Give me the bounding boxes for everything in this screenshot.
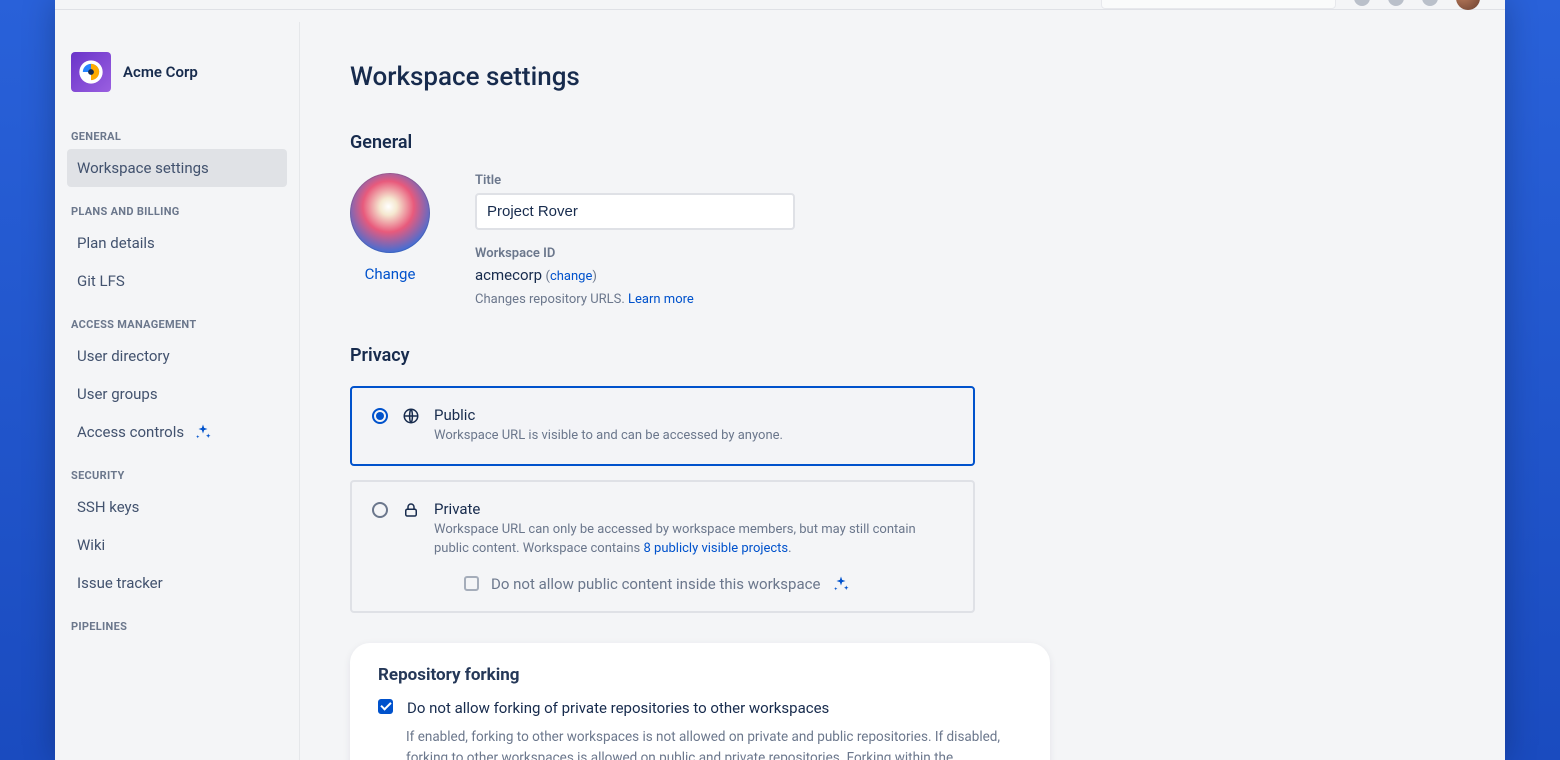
checkbox-disallow-forking[interactable] — [378, 699, 393, 714]
workspace-id-value: acmecorp — [475, 266, 542, 284]
change-avatar-link[interactable]: Change — [365, 265, 416, 283]
private-option-title: Private — [434, 500, 953, 518]
sidebar-item-workspace-settings[interactable]: Workspace settings — [67, 149, 287, 187]
sidebar-item-issue-tracker[interactable]: Issue tracker — [67, 564, 287, 602]
sidebar-item-label: Workspace settings — [77, 159, 209, 177]
globe-icon — [402, 407, 420, 429]
section-heading-general: General — [350, 132, 1455, 153]
top-nav — [55, 0, 1505, 10]
forking-description: If enabled, forking to other workspaces … — [378, 727, 1018, 760]
sidebar-section-access: ACCESS MANAGEMENT — [67, 300, 287, 337]
checkbox-no-public-content[interactable] — [464, 576, 479, 591]
sidebar-item-label: Access controls — [77, 423, 184, 441]
privacy-option-private[interactable]: Private Workspace URL can only be access… — [350, 480, 975, 613]
paren-close: ) — [592, 269, 597, 284]
sidebar-item-user-directory[interactable]: User directory — [67, 337, 287, 375]
sidebar-section-pipelines: PIPELINES — [67, 602, 287, 639]
workspace-name: Acme Corp — [123, 63, 198, 81]
workspace-avatar — [71, 52, 111, 92]
sidebar: Acme Corp GENERAL Workspace settings PLA… — [55, 22, 300, 760]
section-heading-privacy: Privacy — [350, 345, 1455, 366]
helper-text: Changes repository URLS. — [475, 292, 625, 307]
general-section: Change Title Workspace ID acmecorp (chan… — [350, 173, 1455, 307]
sparkle-icon — [194, 423, 212, 441]
settings-gear-icon[interactable] — [1422, 0, 1438, 6]
repository-forking-panel: Repository forking Do not allow forking … — [350, 643, 1050, 760]
sidebar-item-git-lfs[interactable]: Git LFS — [67, 262, 287, 300]
sidebar-section-plans: PLANS AND BILLING — [67, 187, 287, 224]
page-title: Workspace settings — [350, 62, 1455, 92]
sidebar-item-label: Plan details — [77, 234, 155, 252]
sidebar-item-access-controls[interactable]: Access controls — [67, 413, 287, 451]
privacy-option-public[interactable]: Public Workspace URL is visible to and c… — [350, 386, 975, 466]
notifications-icon[interactable] — [1354, 0, 1370, 6]
sidebar-item-label: User groups — [77, 385, 158, 403]
workspace-avatar-icon — [77, 58, 105, 86]
workspace-id-change-link[interactable]: change — [550, 269, 592, 284]
radio-public[interactable] — [372, 408, 388, 424]
title-input[interactable] — [475, 193, 795, 230]
public-option-desc: Workspace URL is visible to and can be a… — [434, 426, 953, 446]
workspace-id-label: Workspace ID — [475, 246, 795, 261]
sidebar-item-ssh-keys[interactable]: SSH keys — [67, 488, 287, 526]
help-icon[interactable] — [1388, 0, 1404, 6]
sidebar-item-wiki[interactable]: Wiki — [67, 526, 287, 564]
section-heading-forking: Repository forking — [378, 665, 1022, 685]
user-avatar[interactable] — [1456, 0, 1480, 10]
sidebar-item-label: User directory — [77, 347, 170, 365]
forking-check-label: Do not allow forking of private reposito… — [407, 699, 829, 717]
sidebar-item-label: Issue tracker — [77, 574, 163, 592]
public-option-title: Public — [434, 406, 953, 424]
sidebar-item-plan-details[interactable]: Plan details — [67, 224, 287, 262]
private-desc-suffix: . — [788, 541, 791, 556]
sidebar-item-label: Git LFS — [77, 272, 125, 290]
app-window: Acme Corp GENERAL Workspace settings PLA… — [55, 0, 1505, 760]
sidebar-item-user-groups[interactable]: User groups — [67, 375, 287, 413]
sidebar-section-general: GENERAL — [67, 112, 287, 149]
radio-private[interactable] — [372, 502, 388, 518]
private-option-desc: Workspace URL can only be accessed by wo… — [434, 520, 953, 559]
sidebar-item-label: Wiki — [77, 536, 105, 554]
global-search[interactable] — [1101, 0, 1336, 9]
workspace-avatar-large — [350, 173, 430, 253]
title-field-label: Title — [475, 173, 795, 188]
workspace-header[interactable]: Acme Corp — [67, 52, 287, 112]
lock-icon — [402, 501, 420, 523]
workspace-id-helper: Changes repository URLS. Learn more — [475, 292, 795, 307]
sidebar-item-label: SSH keys — [77, 498, 139, 516]
main-content: Workspace settings General Change Title … — [300, 22, 1505, 760]
sidebar-section-security: SECURITY — [67, 451, 287, 488]
no-public-content-label: Do not allow public content inside this … — [491, 575, 820, 593]
sparkle-icon — [832, 575, 850, 593]
learn-more-link[interactable]: Learn more — [628, 292, 694, 307]
public-projects-link[interactable]: 8 publicly visible projects — [644, 541, 789, 556]
